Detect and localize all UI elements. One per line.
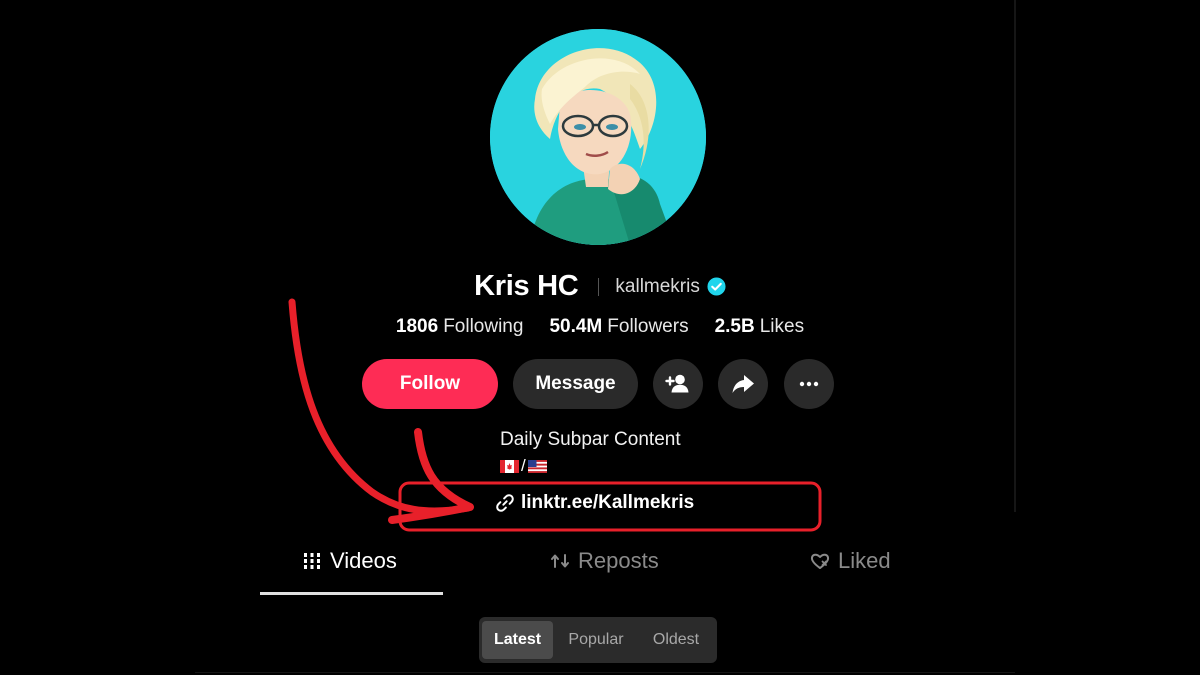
share-icon [732, 375, 754, 393]
active-tab-indicator [260, 592, 443, 595]
add-friend-button[interactable] [653, 359, 703, 409]
display-name: Kris HC [474, 270, 579, 302]
share-button[interactable] [718, 359, 768, 409]
stat-value: 1806 [395, 316, 439, 337]
stat-followers[interactable]: 50.4M Followers [549, 316, 688, 338]
canada-flag-icon [500, 459, 519, 473]
repost-icon [551, 554, 569, 568]
content-divider [195, 672, 1015, 673]
stat-label: Followers [607, 316, 689, 337]
profile-stats: 1806 Following 50.4M Followers 2.5B Likes [0, 316, 1200, 338]
stat-likes: 2.5B Likes [715, 316, 805, 338]
tab-reposts[interactable]: Reposts [550, 548, 659, 574]
profile-header: Kris HC kallmekris [0, 270, 1200, 303]
grid-icon [304, 553, 320, 569]
tab-liked[interactable]: Liked [810, 548, 891, 574]
flags-separator: / [521, 456, 526, 475]
profile-actions: Follow Message [0, 359, 1200, 409]
stat-value: 2.5B [714, 316, 755, 337]
stat-label: Following [443, 316, 524, 337]
stat-label: Likes [759, 316, 805, 337]
sort-selector: Latest Popular Oldest [479, 617, 717, 663]
bio-text: Daily Subpar Content [500, 429, 681, 450]
tab-label: Reposts [578, 548, 659, 573]
content-tabs: Videos Reposts Liked [260, 548, 990, 594]
avatar-illustration [490, 29, 706, 245]
bio-link-text: linktr.ee/Kallmekris [521, 492, 695, 513]
link-icon [496, 494, 514, 512]
sort-popular-button[interactable]: Popular [559, 621, 633, 659]
more-options-button[interactable] [784, 359, 834, 409]
stat-following[interactable]: 1806 Following [396, 316, 524, 338]
heart-icon [810, 553, 830, 569]
tab-videos[interactable]: Videos [302, 548, 397, 574]
tab-label: Videos [330, 548, 397, 573]
page-divider [1014, 0, 1016, 512]
annotation-arrowhead [388, 428, 474, 524]
usa-flag-icon [527, 459, 547, 473]
add-friend-icon [665, 374, 689, 393]
verified-badge-icon [707, 277, 726, 296]
username: kallmekris [615, 275, 700, 297]
bio-flags: / [500, 456, 547, 476]
tab-label: Liked [838, 548, 891, 573]
bio-link[interactable]: linktr.ee/Kallmekris [495, 492, 694, 514]
more-icon [799, 381, 819, 387]
name-separator [598, 277, 600, 296]
sort-latest-button[interactable]: Latest [482, 621, 553, 659]
message-button[interactable]: Message [513, 359, 638, 409]
follow-button[interactable]: Follow [362, 359, 498, 409]
avatar[interactable] [490, 29, 706, 245]
stat-value: 50.4M [549, 316, 603, 337]
sort-oldest-button[interactable]: Oldest [639, 621, 713, 659]
